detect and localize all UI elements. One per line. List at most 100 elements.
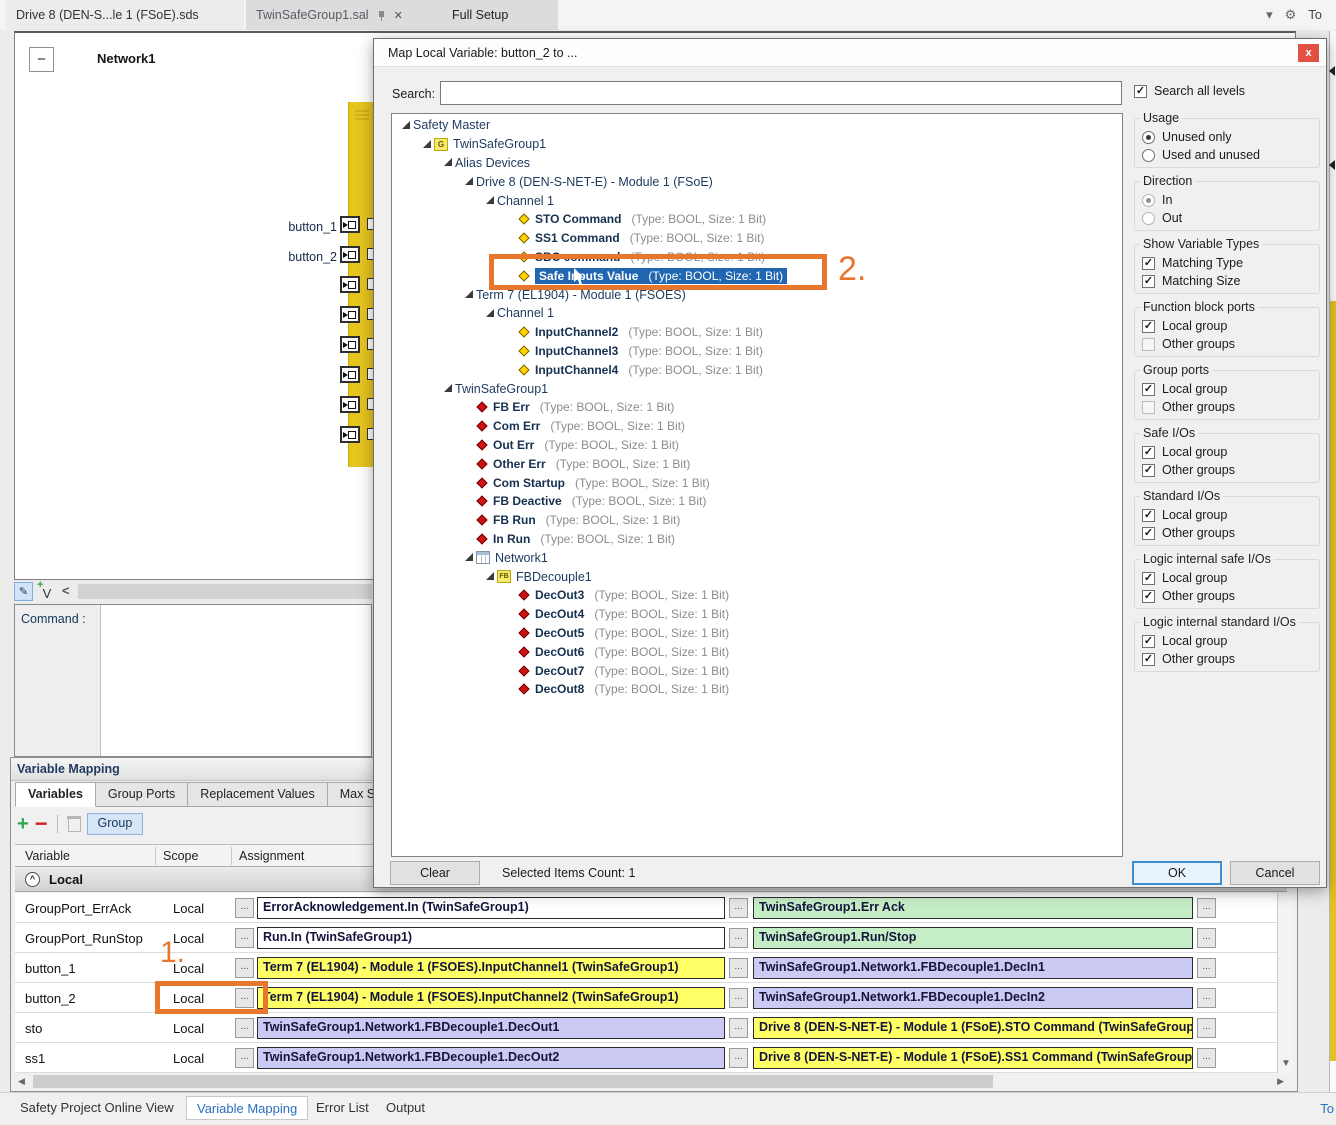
mapping-tab-variables[interactable]: Variables [15,782,96,807]
connector-icon-8[interactable] [340,426,360,443]
filter-option-function-block-ports-local-group[interactable]: ✓Local group [1142,317,1315,335]
radio-out[interactable] [1142,212,1155,225]
command-input[interactable] [101,605,371,756]
tree-item-out-err[interactable]: Out Err(Type: BOOL, Size: 1 Bit) [392,436,1122,455]
checkbox-other-groups[interactable]: ✓ [1142,401,1155,414]
tab-safety-project-online-view[interactable]: Safety Project Online View [10,1096,184,1120]
scroll-down-icon[interactable]: ▼ [1281,1058,1291,1069]
filter-option-safe-i-os-local-group[interactable]: ✓Local group [1142,443,1315,461]
column-header-assignment[interactable]: Assignment [239,849,304,863]
tree-item-alias-devices[interactable]: Alias Devices [392,154,1122,173]
filter-option-function-block-ports-other-groups[interactable]: ✓Other groups [1142,335,1315,353]
checkbox-other-groups[interactable]: ✓ [1142,338,1155,351]
filter-option-direction-out[interactable]: Out [1142,209,1315,227]
checkbox-local-group[interactable]: ✓ [1142,635,1155,648]
filter-option-logic-internal-safe-i-os-other-groups[interactable]: ✓Other groups [1142,587,1315,605]
tree-item-ss1-command[interactable]: SS1 Command(Type: BOOL, Size: 1 Bit) [392,229,1122,248]
pin-icon[interactable] [377,9,386,22]
cell-mapped-value[interactable]: Drive 8 (DEN-S-NET-E) - Module 1 (FSoE).… [753,1017,1193,1039]
tree-item-channel-1[interactable]: Channel 1 [392,304,1122,323]
scroll-left-icon[interactable]: ◀ [18,1076,25,1087]
cell-assignment[interactable]: Term 7 (EL1904) - Module 1 (FSOES).Input… [257,987,725,1009]
tree-item-safety-master[interactable]: Safety Master [392,116,1122,135]
group-button[interactable]: Group [87,813,144,835]
column-header-scope[interactable]: Scope [163,849,198,863]
connector-icon-4[interactable] [340,306,360,323]
expander-icon[interactable] [463,551,476,564]
connector-icon-5[interactable] [340,336,360,353]
extra-browse-button[interactable]: ... [1197,928,1216,948]
filter-option-logic-internal-standard-i-os-local-group[interactable]: ✓Local group [1142,632,1315,650]
checkbox-other-groups[interactable]: ✓ [1142,464,1155,477]
checkbox-local-group[interactable]: ✓ [1142,320,1155,333]
connector-icon-1[interactable] [340,216,360,233]
tab-full-setup[interactable]: Full Setup [442,0,558,30]
radio-in[interactable] [1142,194,1155,207]
checkbox-matching-size[interactable]: ✓ [1142,275,1155,288]
expander-icon[interactable] [463,175,476,188]
assignment-browse-button[interactable]: ... [235,1018,254,1038]
expander-icon[interactable] [484,194,497,207]
cell-assignment[interactable]: ErrorAcknowledgement.In (TwinSafeGroup1) [257,897,725,919]
tree-item-fb-err[interactable]: FB Err(Type: BOOL, Size: 1 Bit) [392,398,1122,417]
horizontal-scroll-thumb[interactable] [33,1075,993,1088]
filter-option-group-ports-other-groups[interactable]: ✓Other groups [1142,398,1315,416]
assignment-browse-button[interactable]: ... [235,928,254,948]
checkbox-other-groups[interactable]: ✓ [1142,590,1155,603]
gear-icon[interactable]: ⚙ [1285,7,1297,23]
checkbox-local-group[interactable]: ✓ [1142,446,1155,459]
tree-item-decout5[interactable]: DecOut5(Type: BOOL, Size: 1 Bit) [392,624,1122,643]
filter-option-usage-used-and-unused[interactable]: Used and unused [1142,146,1315,164]
filter-option-safe-i-os-other-groups[interactable]: ✓Other groups [1142,461,1315,479]
value-browse-button[interactable]: ... [729,898,748,918]
horizontal-scrollbar[interactable]: ◀ ▶ [15,1074,1287,1089]
filter-option-show-variable-types-matching-type[interactable]: ✓Matching Type [1142,254,1315,272]
tree-item-inputchannel3[interactable]: InputChannel3(Type: BOOL, Size: 1 Bit) [392,342,1122,361]
dialog-titlebar[interactable]: Map Local Variable: button_2 to ... x [374,39,1326,67]
tab-twinsafegroup1-sal[interactable]: TwinSafeGroup1.sal ✕ [246,0,442,30]
checkbox-other-groups[interactable]: ✓ [1142,527,1155,540]
value-browse-button[interactable]: ... [729,1018,748,1038]
tree-item-channel-1[interactable]: Channel 1 [392,191,1122,210]
extra-browse-button[interactable]: ... [1197,958,1216,978]
search-all-levels-checkbox[interactable]: ✓ [1134,85,1147,98]
tree-item-decout3[interactable]: DecOut3(Type: BOOL, Size: 1 Bit) [392,586,1122,605]
search-all-levels-option[interactable]: ✓ Search all levels [1134,84,1245,98]
expander-icon[interactable] [442,156,455,169]
tree-item-decout7[interactable]: DecOut7(Type: BOOL, Size: 1 Bit) [392,661,1122,680]
extra-browse-button[interactable]: ... [1197,1048,1216,1068]
expander-icon[interactable] [400,119,413,132]
connector-icon-7[interactable] [340,396,360,413]
value-browse-button[interactable]: ... [729,1048,748,1068]
assignment-browse-button[interactable]: ... [235,898,254,918]
tree-item-network1[interactable]: Network1 [392,548,1122,567]
chevron-down-icon[interactable]: ▾ [1266,7,1273,23]
value-browse-button[interactable]: ... [729,928,748,948]
tab-error-list[interactable]: Error List [306,1096,379,1120]
assignment-browse-button[interactable]: ... [235,1048,254,1068]
assignment-browse-button[interactable]: ... [235,958,254,978]
collapse-chevron-icon[interactable]: ^ [25,872,40,887]
cell-mapped-value[interactable]: TwinSafeGroup1.Network1.FBDecouple1.DecI… [753,957,1193,979]
cell-assignment[interactable]: Run.In (TwinSafeGroup1) [257,927,725,949]
filter-option-show-variable-types-matching-size[interactable]: ✓Matching Size [1142,272,1315,290]
variable-tree[interactable]: Safety MasterGTwinSafeGroup1Alias Device… [391,113,1123,857]
collapse-left-icon[interactable]: < [62,583,70,598]
value-browse-button[interactable]: ... [729,958,748,978]
column-header-variable[interactable]: Variable [25,849,70,863]
vertical-scrollbar[interactable]: ▼ [1277,893,1293,1073]
connector-icon-6[interactable] [340,366,360,383]
expander-icon[interactable] [421,138,434,151]
mapping-tab-group-ports[interactable]: Group Ports [96,782,188,807]
connector-icon-2[interactable] [340,246,360,263]
expander-icon[interactable] [442,382,455,395]
tree-item-fbdecouple1[interactable]: FBFBDecouple1 [392,567,1122,586]
clear-button[interactable]: Clear [390,861,480,885]
mapping-tab-replacement-values[interactable]: Replacement Values [188,782,327,807]
checkbox-other-groups[interactable]: ✓ [1142,653,1155,666]
panel-collapse-arrow-icon-2[interactable] [1329,160,1335,170]
tree-item-decout8[interactable]: DecOut8(Type: BOOL, Size: 1 Bit) [392,680,1122,699]
edit-tool-icon[interactable]: ✎ [14,582,33,601]
tree-item-twinsafegroup1[interactable]: GTwinSafeGroup1 [392,135,1122,154]
tree-item-decout6[interactable]: DecOut6(Type: BOOL, Size: 1 Bit) [392,642,1122,661]
